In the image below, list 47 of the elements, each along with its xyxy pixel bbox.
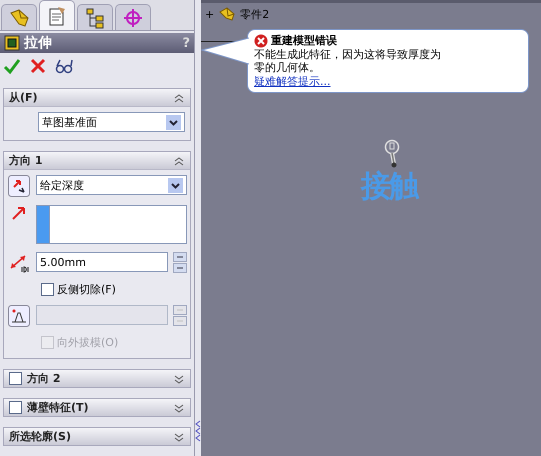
panel-title: 拉伸 xyxy=(24,34,53,52)
error-icon xyxy=(254,34,268,48)
checkbox-label: 反侧切除(F) xyxy=(57,282,116,297)
checkbox[interactable] xyxy=(41,283,54,296)
checkbox[interactable] xyxy=(9,401,22,414)
crosshair-icon xyxy=(122,6,144,28)
checkmark-icon[interactable] xyxy=(3,57,21,76)
number-field[interactable]: 5.00mm xyxy=(36,252,168,272)
spin-up-button[interactable] xyxy=(173,252,187,262)
panel-tab[interactable] xyxy=(39,0,75,30)
part-icon xyxy=(218,6,236,22)
checkbox-label: 向外拔模(O) xyxy=(57,335,118,350)
expand-icon xyxy=(173,402,185,414)
reverse-direction-button[interactable] xyxy=(8,175,30,197)
draft-button[interactable] xyxy=(8,305,30,327)
spin-down-button[interactable] xyxy=(173,263,187,273)
error-message: 不能生成此特征，因为这将导致厚度为零的几何体。 xyxy=(254,48,442,74)
sketch-annotation: 接触 xyxy=(361,168,417,206)
section-title: 从(F) xyxy=(9,90,39,105)
expand-icon xyxy=(173,372,185,384)
section-header[interactable]: 所选轮廓(S) xyxy=(4,428,190,445)
section-title: 所选轮廓(S) xyxy=(9,429,72,444)
expand-icon xyxy=(173,430,185,442)
section-header[interactable]: 薄壁特征(T) xyxy=(4,399,190,416)
selection-box[interactable] xyxy=(36,205,187,244)
section-header[interactable]: 方向 1 xyxy=(4,152,190,169)
direction-arrow-icon xyxy=(11,205,27,221)
section-title: 方向 2 xyxy=(27,371,62,386)
expand-toggle[interactable]: + xyxy=(205,8,214,20)
balloon-title: 重建模型错误 xyxy=(271,33,337,48)
help-link[interactable]: 疑难解答提示... xyxy=(254,75,330,88)
dropdown[interactable]: 给定深度 xyxy=(36,175,187,195)
section-header[interactable]: 方向 2 xyxy=(4,370,190,387)
section-title: 薄壁特征(T) xyxy=(27,400,90,415)
hierarchy-icon xyxy=(84,6,106,28)
checkbox[interactable] xyxy=(9,372,22,385)
panel-tab[interactable] xyxy=(77,4,113,30)
collapse-handle-icon[interactable] xyxy=(195,420,201,442)
dropdown[interactable]: 草图基准面 xyxy=(38,112,185,132)
sketch-point-icon xyxy=(383,138,401,168)
section-title: 方向 1 xyxy=(9,153,44,168)
collapse-icon xyxy=(173,154,185,166)
collapse-icon xyxy=(173,92,185,104)
section-header[interactable]: 从(F) xyxy=(4,89,190,106)
glasses-icon[interactable] xyxy=(55,57,73,76)
tree-item[interactable]: 零件2 xyxy=(240,6,270,22)
close-icon[interactable] xyxy=(29,57,47,76)
